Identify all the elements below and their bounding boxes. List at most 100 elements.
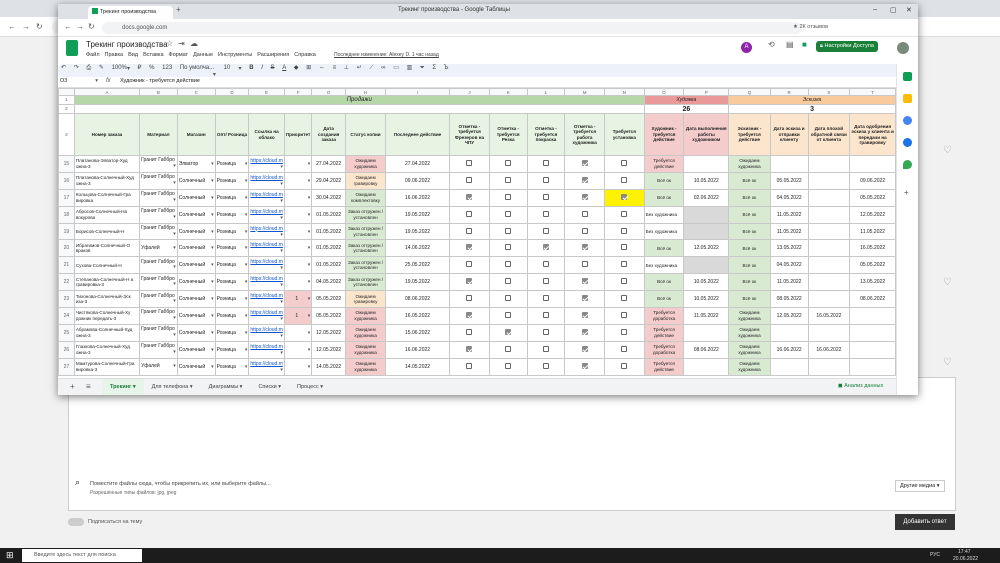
column-letter[interactable]: K xyxy=(488,88,528,96)
percent-icon[interactable]: % xyxy=(149,65,154,71)
status-cell[interactable]: Ожидаем художника xyxy=(345,307,386,325)
status-cell[interactable]: Ожидаем художника xyxy=(345,155,386,173)
artist-action-cell[interactable]: Всё ок xyxy=(643,239,685,258)
date-cell[interactable]: 12.05.2022 xyxy=(311,340,347,359)
checkbox[interactable] xyxy=(621,295,628,302)
checkbox-cell[interactable] xyxy=(488,256,528,275)
spreadsheet-grid[interactable]: A B C D E F G H I J K L M N O P Q R S T 1 Продажи Художка Эскиз… xyxy=(58,88,896,378)
checkbox-cell[interactable] xyxy=(564,205,606,224)
cloud-link[interactable]: https://cloud.m xyxy=(250,310,283,316)
column-header[interactable]: Отметка - требуется работа художника xyxy=(564,113,606,156)
checkbox[interactable] xyxy=(466,193,473,200)
menu-item[interactable]: Вид xyxy=(128,52,138,58)
sketch-date-cell[interactable]: 04.05.2022 xyxy=(769,256,809,275)
column-letter[interactable]: L xyxy=(526,88,566,96)
last-action-cell[interactable]: 19.05.2022 xyxy=(384,222,451,241)
approval-date-cell[interactable] xyxy=(849,307,896,325)
currency-icon[interactable]: ₽ xyxy=(138,64,142,71)
explore-button[interactable]: ◼ Анализ данных xyxy=(838,383,883,389)
checkbox[interactable] xyxy=(466,345,473,352)
close-icon[interactable]: ✕ xyxy=(906,6,912,14)
checkbox-cell[interactable] xyxy=(449,357,490,376)
last-action-cell[interactable]: 27.04.2022 xyxy=(384,155,451,173)
artist-action-cell[interactable]: Всё ок xyxy=(643,188,685,207)
checkbox[interactable] xyxy=(542,261,549,268)
shop-cell[interactable]: Солнечный xyxy=(176,357,216,376)
link-icon[interactable]: ∞ xyxy=(381,65,385,71)
checkbox-cell[interactable] xyxy=(564,256,606,275)
row-number[interactable]: 19 xyxy=(58,222,75,241)
checkbox[interactable] xyxy=(505,362,512,369)
row-number[interactable]: 17 xyxy=(58,188,75,207)
sketch-date-cell[interactable]: 13.05.2022 xyxy=(769,239,809,258)
column-header[interactable]: Эскизник - требуется действие xyxy=(728,113,771,156)
opt-cell[interactable]: Розница xyxy=(214,239,250,258)
cloud-link[interactable]: https://cloud.m xyxy=(250,361,283,367)
opt-cell[interactable]: Розница xyxy=(214,155,250,173)
link-cell[interactable]: https://cloud.m xyxy=(248,307,285,325)
shop-cell[interactable]: Элватор xyxy=(176,155,216,173)
checkbox[interactable] xyxy=(581,227,588,234)
feedback-date-cell[interactable]: 16.05.2022 xyxy=(807,307,851,325)
checkbox-cell[interactable] xyxy=(449,340,490,359)
order-cell[interactable]: Чистякова-Солнечный-Ху дожник передать-3 xyxy=(73,307,141,325)
checkbox[interactable] xyxy=(505,311,512,318)
checkbox-cell[interactable] xyxy=(604,222,645,241)
link-cell[interactable]: https://cloud.m xyxy=(248,340,285,359)
checkbox[interactable] xyxy=(581,176,588,183)
last-action-cell[interactable]: 15.06.2022 xyxy=(384,323,451,342)
row-number[interactable]: 16 xyxy=(58,171,75,190)
menu-item[interactable]: Правка xyxy=(105,52,124,58)
checkbox-cell[interactable] xyxy=(564,357,606,376)
priority-cell[interactable] xyxy=(283,205,313,224)
opt-cell[interactable]: Розница xyxy=(214,357,250,376)
history-icon[interactable]: ⟲ xyxy=(768,40,775,49)
column-header[interactable]: Дата плохой обратной связи от клиента xyxy=(807,113,851,156)
checkbox[interactable] xyxy=(621,311,628,318)
material-cell[interactable]: Гранит Габбро xyxy=(139,273,178,292)
row-number[interactable]: 22 xyxy=(58,273,75,292)
checkbox-cell[interactable] xyxy=(526,340,566,359)
column-letter[interactable]: A xyxy=(73,88,141,96)
order-cell[interactable]: Абросов-Солнечный-На вокурова xyxy=(73,205,141,224)
column-header[interactable]: Последнее действие xyxy=(384,113,451,156)
checkbox[interactable] xyxy=(466,210,473,217)
approval-date-cell[interactable]: 13.05.2022 xyxy=(849,273,896,292)
artist-action-cell[interactable]: Требуется действие xyxy=(643,323,685,342)
material-cell[interactable]: Гранит Габбро xyxy=(139,171,178,190)
checkbox[interactable] xyxy=(505,159,512,166)
link-cell[interactable]: https://cloud.m xyxy=(248,273,285,292)
status-cell[interactable]: Ожидаем гравировку xyxy=(345,171,386,190)
shop-cell[interactable]: Солнечный xyxy=(176,205,216,224)
feedback-date-cell[interactable] xyxy=(807,357,851,376)
checkbox-cell[interactable] xyxy=(488,290,528,309)
column-header[interactable]: Требуется установка xyxy=(604,113,645,156)
priority-cell[interactable]: 1 xyxy=(283,290,313,309)
shop-cell[interactable]: Солнечный xyxy=(176,256,216,275)
checkbox-cell[interactable] xyxy=(564,273,606,292)
checkbox[interactable] xyxy=(542,159,549,166)
row-number[interactable]: 24 xyxy=(58,307,75,325)
artist-date-cell[interactable]: 12.05.2022 xyxy=(683,239,730,258)
column-header[interactable]: Номер заказа xyxy=(73,113,141,156)
sketch-date-cell[interactable]: 04.05.2022 xyxy=(769,188,809,207)
approval-date-cell[interactable] xyxy=(849,323,896,342)
checkbox[interactable] xyxy=(466,311,473,318)
minimize-icon[interactable]: – xyxy=(873,6,877,13)
sketch-action-cell[interactable]: Всё ок xyxy=(728,205,771,224)
artist-action-cell[interactable]: Требуется доработка xyxy=(643,307,685,325)
checkbox[interactable] xyxy=(581,345,588,352)
column-letter[interactable]: I xyxy=(384,88,451,96)
sketch-action-cell[interactable]: Ожидаем художника xyxy=(728,307,771,325)
checkbox-cell[interactable] xyxy=(526,155,566,173)
checkbox[interactable] xyxy=(505,261,512,268)
more-media-button[interactable]: Другие медиа ▾ xyxy=(895,480,945,492)
shop-cell[interactable]: Солнечный xyxy=(176,188,216,207)
checkbox-cell[interactable] xyxy=(526,290,566,309)
column-letter[interactable]: R xyxy=(769,88,809,96)
cloud-link[interactable]: https://cloud.m xyxy=(250,209,283,215)
heart-icon[interactable]: ♡ xyxy=(943,357,952,368)
checkbox-cell[interactable] xyxy=(488,205,528,224)
column-header[interactable]: Приоритет xyxy=(283,113,313,156)
row-number[interactable]: 3 xyxy=(58,113,75,156)
